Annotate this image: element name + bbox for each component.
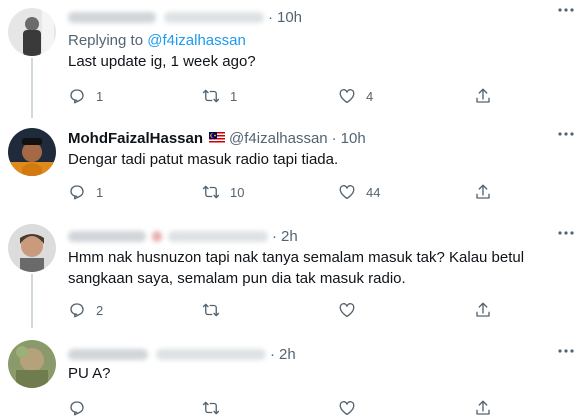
tweet-2[interactable]: MohdFaizalHassan @f4izalhassan · 10h Den… <box>0 118 588 210</box>
retweet-button[interactable]: 10 <box>202 182 244 202</box>
like-button[interactable]: 4 <box>338 86 373 106</box>
blurred-handle <box>164 11 264 23</box>
tweet-actions <box>68 398 498 418</box>
retweet-button[interactable]: 1 <box>202 86 237 106</box>
like-icon <box>339 303 355 318</box>
thread-line <box>31 274 33 328</box>
retweet-icon <box>202 185 220 199</box>
retweet-count: 1 <box>230 88 238 104</box>
like-button[interactable] <box>338 300 366 320</box>
reply-icon <box>70 185 84 200</box>
separator-dot: · <box>331 129 337 147</box>
more-icon[interactable] <box>558 132 574 136</box>
retweet-icon <box>202 401 220 415</box>
timestamp[interactable]: 10h <box>277 9 302 26</box>
reply-count: 2 <box>96 302 104 318</box>
blurred-badge <box>152 230 162 242</box>
replying-to: Replying to @f4izalhassan <box>68 32 246 49</box>
tweet-text: Last update ig, 1 week ago? <box>68 53 256 70</box>
share-button[interactable] <box>474 398 492 418</box>
tweet-3[interactable]: · 2h Hmm nak husnuzon tapi nak tanya sem… <box>0 210 588 328</box>
retweet-button[interactable] <box>202 300 230 320</box>
like-count: 44 <box>366 184 381 200</box>
tweet-actions: 2 <box>68 300 498 320</box>
share-icon <box>476 302 490 317</box>
separator-dot: · <box>270 345 275 363</box>
blurred-display-name <box>68 230 146 242</box>
retweet-icon <box>202 303 220 317</box>
reply-button[interactable]: 2 <box>68 300 103 320</box>
display-name[interactable]: MohdFaizalHassan <box>68 130 203 147</box>
reply-button[interactable] <box>68 398 86 418</box>
avatar[interactable] <box>8 128 56 176</box>
reply-icon <box>70 89 84 104</box>
retweet-button[interactable] <box>202 398 220 418</box>
more-icon[interactable] <box>558 8 574 12</box>
reply-icon <box>70 303 84 318</box>
separator-dot: · <box>268 8 273 26</box>
like-button[interactable] <box>338 398 356 418</box>
share-icon <box>476 88 490 103</box>
separator-dot: · <box>272 227 277 245</box>
reply-count: 1 <box>96 184 104 200</box>
blurred-display-name <box>68 11 156 23</box>
tweet-text: PU A? <box>68 365 111 382</box>
like-count: 4 <box>366 88 374 104</box>
share-button[interactable] <box>474 86 492 106</box>
like-icon <box>339 401 355 416</box>
mention-link[interactable]: @f4izalhassan <box>147 32 246 49</box>
retweet-count: 10 <box>230 184 245 200</box>
like-icon <box>339 89 355 104</box>
tweet-text: Dengar tadi patut masuk radio tapi tiada… <box>68 151 339 168</box>
avatar[interactable] <box>8 8 56 56</box>
retweet-icon <box>202 89 220 103</box>
reply-count: 1 <box>96 88 104 104</box>
share-icon <box>476 400 490 415</box>
tweet-4[interactable]: · 2h PU A? <box>0 328 588 416</box>
share-icon <box>476 184 490 199</box>
blurred-handle <box>168 230 268 242</box>
malaysia-flag-icon <box>209 132 226 144</box>
tweet-actions: 1 10 44 <box>68 182 498 202</box>
reply-button[interactable]: 1 <box>68 86 103 106</box>
tweet-text: Hmm nak husnuzon tapi nak tanya semalam … <box>68 249 525 287</box>
avatar[interactable] <box>8 224 56 272</box>
replying-to-label: Replying to <box>68 32 144 49</box>
like-icon <box>339 185 355 200</box>
share-button[interactable] <box>474 182 492 202</box>
like-button[interactable]: 44 <box>338 182 380 202</box>
timestamp[interactable]: 10h <box>341 130 366 147</box>
thread-line <box>31 58 33 118</box>
user-handle[interactable]: @f4izalhassan <box>229 130 328 147</box>
timestamp[interactable]: 2h <box>279 346 296 363</box>
share-button[interactable] <box>474 300 492 320</box>
reply-icon <box>70 401 84 416</box>
more-icon[interactable] <box>558 349 574 353</box>
reply-button[interactable]: 1 <box>68 182 103 202</box>
more-icon[interactable] <box>558 231 574 235</box>
blurred-handle <box>156 348 266 360</box>
avatar[interactable] <box>8 340 56 388</box>
tweet-actions: 1 1 4 <box>68 86 498 106</box>
tweet-1[interactable]: · 10h Replying to @f4izalhassan Last upd… <box>0 0 588 118</box>
blurred-display-name <box>68 348 148 360</box>
timestamp[interactable]: 2h <box>281 228 298 245</box>
